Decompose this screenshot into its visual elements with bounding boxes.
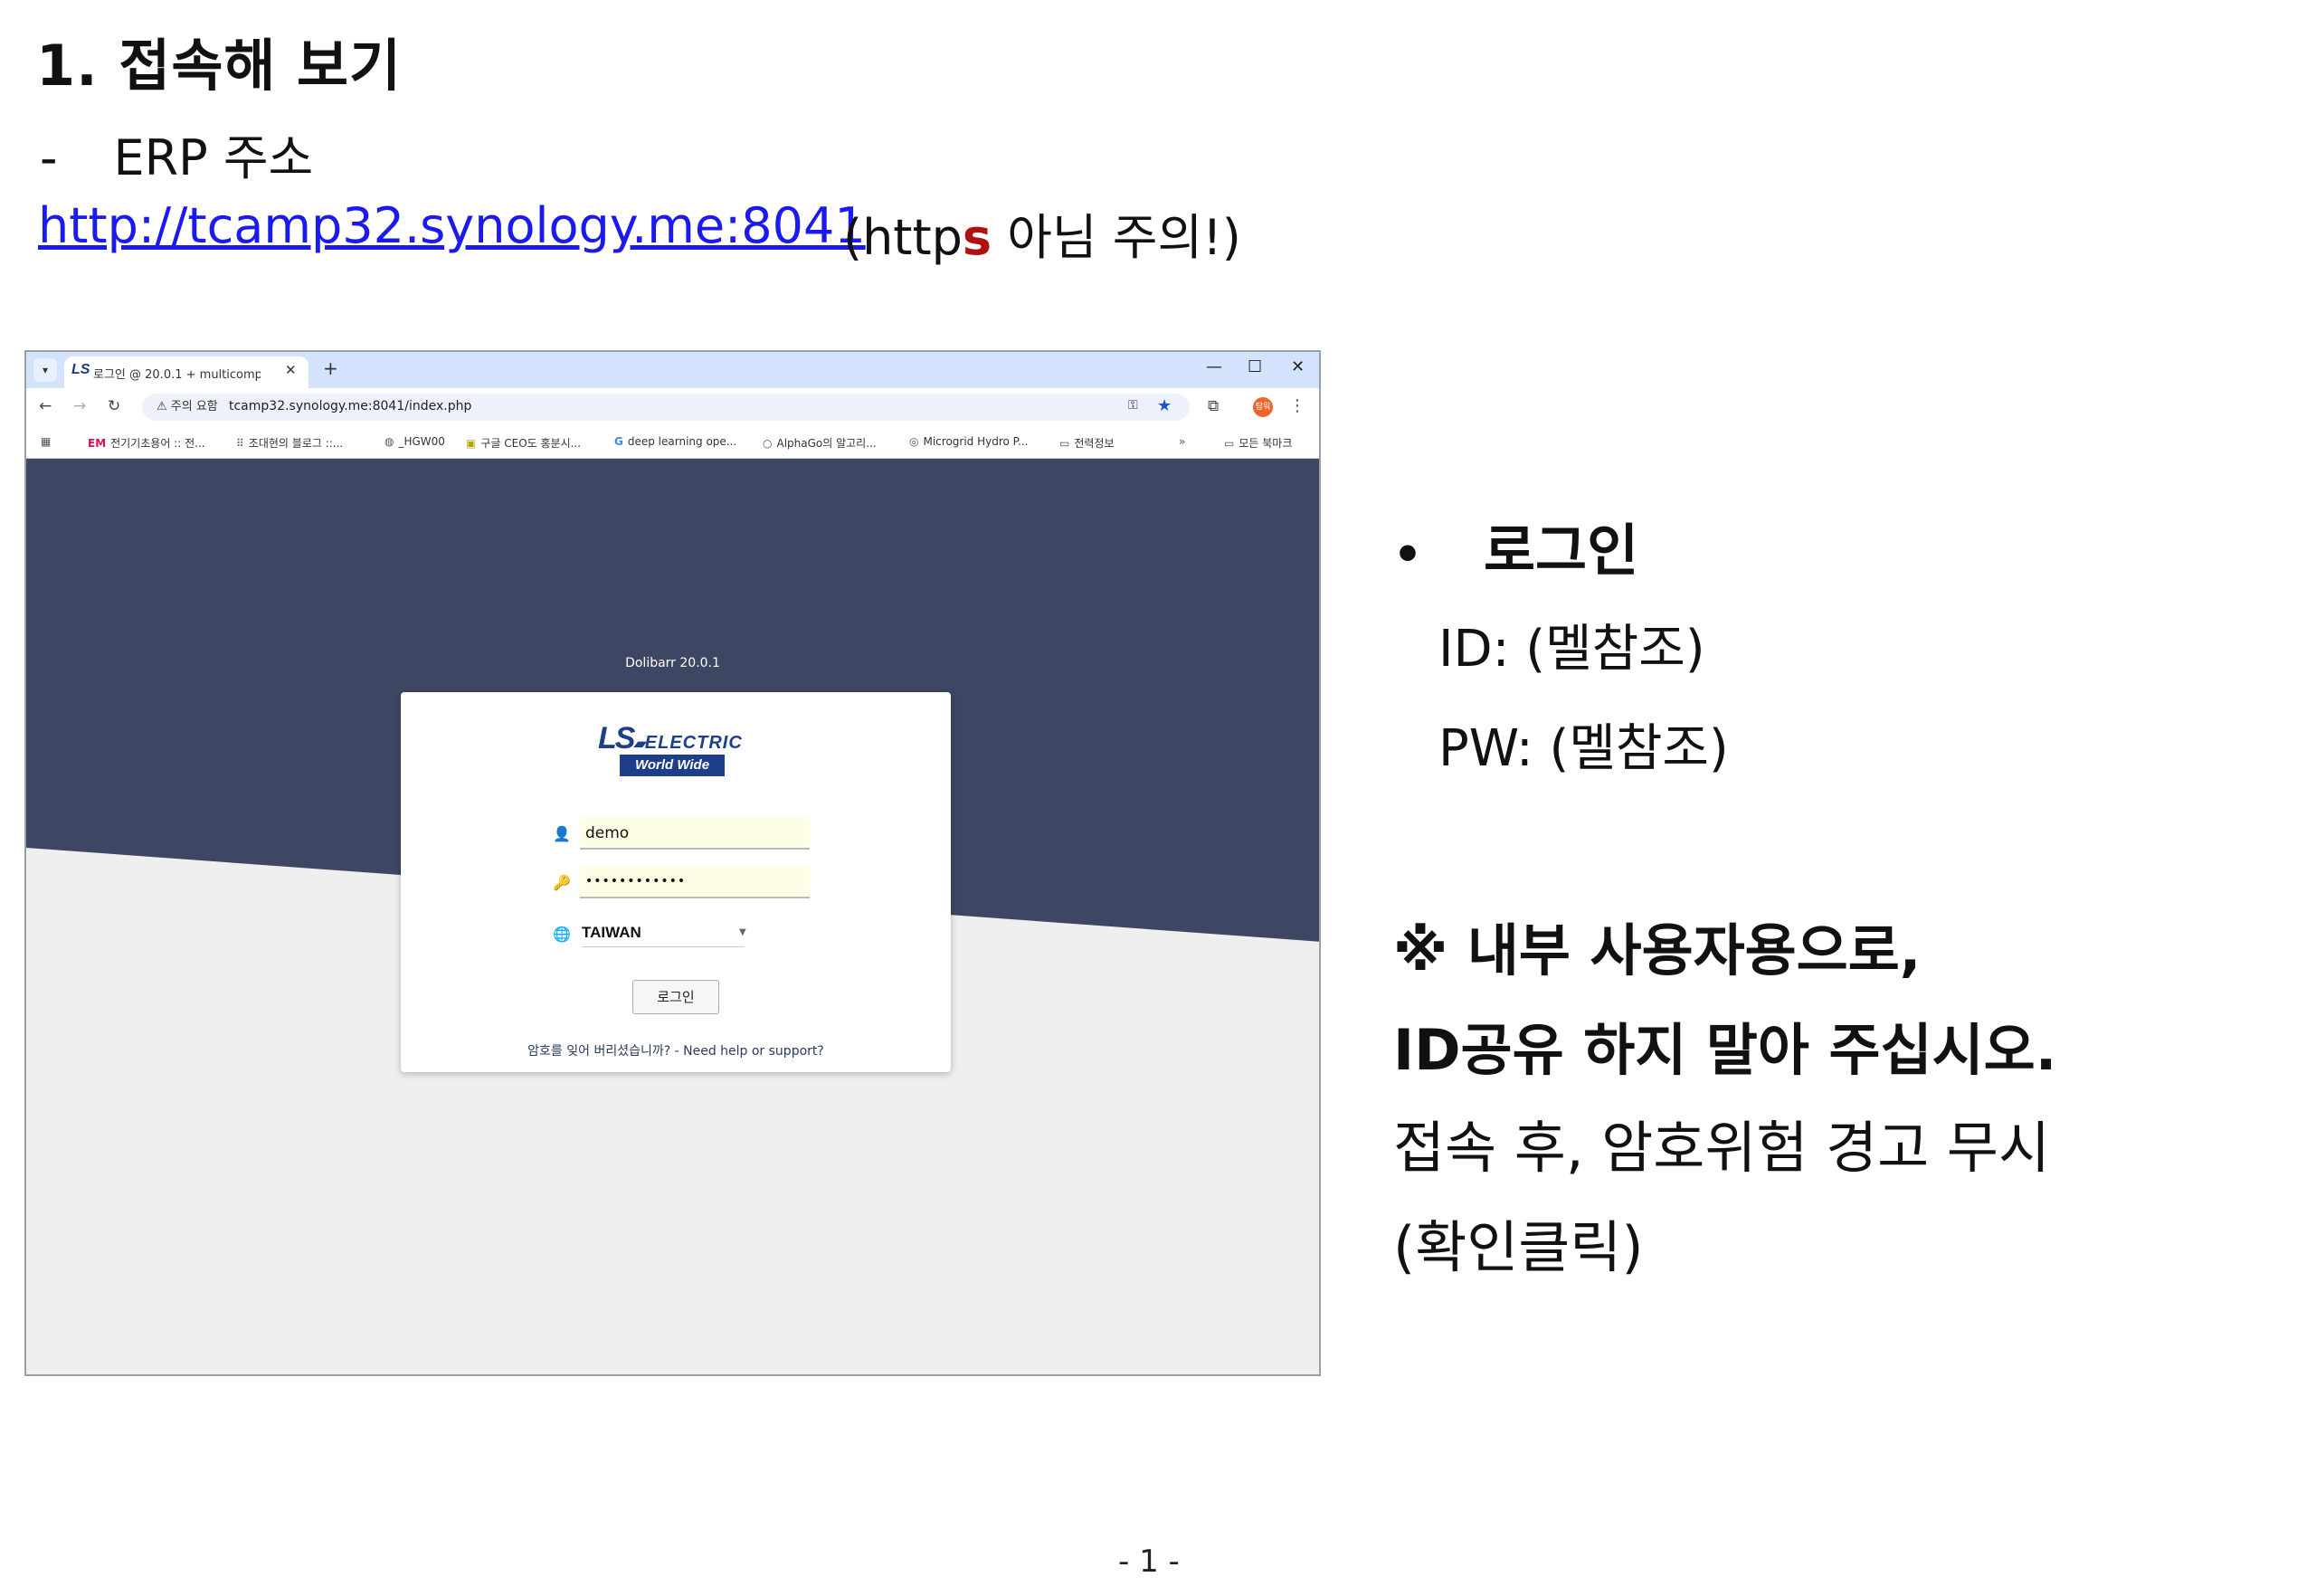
dolibarr-version: Dolibarr 20.0.1 [625,656,720,670]
maximize-icon[interactable]: ☐ [1248,357,1262,376]
login-page: Dolibarr 20.0.1 LS▰ELECTRIC World Wide 👤… [26,459,1319,1374]
id-line: ID: (멜참조) [1438,620,1705,679]
google-favicon-icon: G [614,435,623,448]
erp-url-link[interactable]: http://tcamp32.synology.me:8041 [38,197,866,254]
forward-icon[interactable]: → [73,397,86,415]
extensions-icon[interactable]: ⧉ [1208,397,1219,415]
password-input[interactable]: •••••••••••• [580,866,810,898]
tab-login[interactable]: LS 로그인 @ 20.0.1 + multicompany ✕ [64,356,308,388]
microgrid-favicon-icon: ◎ [909,435,919,448]
not-secure-chip[interactable]: ⚠ 주의 요함 [149,396,225,418]
pw-line: PW: (멜참조) [1438,719,1729,778]
https-note: (https 아님 주의!) [843,197,1241,269]
info-line-1: 접속 후, 암호위험 경고 무시 [1393,1115,2050,1181]
login-button[interactable]: 로그인 [632,980,719,1014]
news-favicon-icon: ▣ [466,437,477,450]
folder-icon: ▭ [1059,437,1070,450]
logo-tagline: World Wide [620,755,725,776]
reload-icon[interactable]: ↻ [108,397,120,415]
warning-line-1: ※ 내부 사용자용으로, [1393,917,1922,983]
bookmarks-bar: ▦ EM 전기기초용어 :: 전... ⠿ 조대현의 블로그 ::... ◍ _HGW… [26,426,1319,459]
bookmark-item[interactable]: Gdeep learning ope... [614,435,736,448]
back-icon[interactable]: ← [39,397,52,415]
key-icon: 🔑 [553,874,571,891]
dash: - [40,129,58,186]
tab-close-icon[interactable]: ✕ [285,362,297,378]
apps-grid-icon: ▦ [41,435,52,448]
ls-electric-logo: LS▰ELECTRIC World Wide [598,721,754,776]
language-select[interactable]: 🌐 TAIWAN ▼ [553,920,763,949]
username-row: 👤 demo [553,817,817,850]
user-icon: 👤 [553,825,571,842]
note-s: s [962,209,992,266]
profile-avatar[interactable]: 탐워 [1253,397,1273,417]
language-value[interactable]: TAIWAN [582,924,745,947]
all-bookmarks-folder[interactable]: ▭ 모든 북마크 [1224,435,1292,451]
login-bullet: • 로그인 [1393,505,1638,586]
blog-favicon-icon: ⠿ [236,437,244,450]
info-line-2: (확인클릭) [1393,1214,1644,1280]
erp-label: ERP 주소 [113,129,314,186]
login-heading: 로그인 [1484,518,1639,584]
page-number: - 1 - [1118,1544,1180,1580]
chevron-down-icon[interactable]: ▼ [739,927,746,937]
more-menu-icon[interactable]: ⋮ [1289,396,1305,415]
warning-line-2: ID공유 하지 말아 주십시오. [1393,1017,2057,1083]
login-card: LS▰ELECTRIC World Wide 👤 demo 🔑 ••••••••… [401,692,951,1072]
bookmark-apps[interactable]: ▦ [41,435,55,448]
new-tab-button[interactable]: + [323,357,338,379]
password-row: 🔑 •••••••••••• [553,866,817,898]
ls-favicon: LS [71,362,90,377]
chevron-double-right-icon: » [1179,435,1186,448]
bookmark-folder[interactable]: ▭ 전력정보 [1059,435,1115,451]
tab-bar: ▾ LS 로그인 @ 20.0.1 + multicompany ✕ + — ☐… [26,352,1319,388]
globe-icon: 🌐 [553,926,571,943]
bookmark-item[interactable]: ▣ 구글 CEO도 홍분시... [466,435,581,451]
bookmark-item[interactable]: EM 전기기초용어 :: 전... [88,435,205,451]
bookmark-item[interactable]: ◍ _HGW00 [384,435,445,448]
note-post: 아님 주의!) [992,209,1241,266]
page-title: 1. 접속해 보기 [36,33,403,99]
em-favicon-icon: EM [88,437,107,450]
bookmark-item[interactable]: ◎ Microgrid Hydro P... [909,435,1028,448]
bullet-dot: • [1393,527,1422,581]
bookmark-item[interactable]: ○ AlphaGo의 알고리... [763,435,877,451]
address-bar: ← → ↻ ⚠ 주의 요함 tcamp32.synology.me:8041/i… [26,388,1319,426]
circle-favicon-icon: ○ [763,437,773,450]
browser-screenshot: ▾ LS 로그인 @ 20.0.1 + multicompany ✕ + — ☐… [24,350,1321,1376]
close-window-icon[interactable]: ✕ [1291,357,1305,376]
minimize-icon[interactable]: — [1206,357,1222,376]
tab-title: 로그인 @ 20.0.1 + multicompany [93,368,261,382]
omnibox-url[interactable]: tcamp32.synology.me:8041/index.php [229,399,471,413]
globe-favicon-icon: ◍ [384,435,394,448]
folder-icon: ▭ [1224,437,1235,450]
password-key-icon[interactable]: ⚿ [1128,398,1138,413]
bookmark-overflow[interactable]: » [1179,435,1190,448]
note-pre: (http [843,209,963,266]
erp-address-heading: - ERP 주소 [40,118,313,189]
forgot-password-link[interactable]: 암호를 잊어 버리셨습니까? - Need help or support? [401,1041,951,1059]
bookmark-item[interactable]: ⠿ 조대현의 블로그 ::... [236,435,343,451]
omnibox[interactable]: ⚠ 주의 요함 tcamp32.synology.me:8041/index.p… [142,394,1190,421]
bookmark-star-icon[interactable]: ★ [1157,396,1172,415]
username-input[interactable]: demo [580,817,810,850]
tab-search-icon[interactable]: ▾ [33,358,57,382]
